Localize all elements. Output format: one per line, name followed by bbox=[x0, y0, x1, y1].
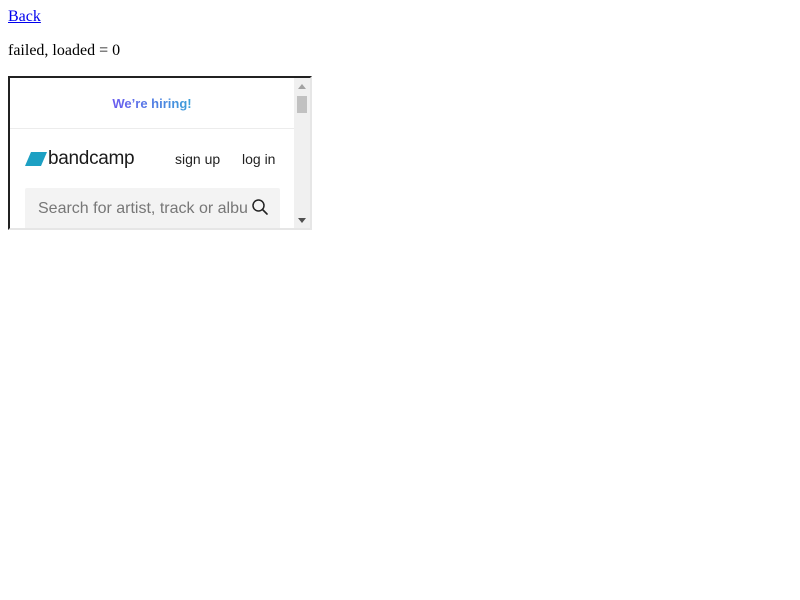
scroll-up-arrow-icon[interactable] bbox=[294, 78, 310, 94]
search-input[interactable] bbox=[25, 188, 247, 228]
hiring-banner: We’re hiring! bbox=[10, 78, 294, 129]
site-header: bandcamp sign up log in bbox=[10, 129, 294, 187]
scroll-down-arrow-icon[interactable] bbox=[294, 212, 310, 228]
sign-up-link[interactable]: sign up bbox=[175, 151, 220, 167]
page: Back failed, loaded = 0 We’re hiring! ba… bbox=[0, 0, 800, 600]
search-icon[interactable] bbox=[251, 198, 269, 216]
log-in-link[interactable]: log in bbox=[242, 151, 275, 167]
status-text: failed, loaded = 0 bbox=[8, 42, 121, 59]
scrollbar-thumb[interactable] bbox=[297, 96, 307, 113]
bandcamp-logo[interactable]: bandcamp bbox=[25, 148, 135, 169]
search-box bbox=[25, 188, 280, 228]
embed-content: We’re hiring! bandcamp sign up log in bbox=[10, 78, 294, 228]
back-link[interactable]: Back bbox=[8, 8, 41, 26]
logo-text: bandcamp bbox=[48, 148, 135, 169]
bandcamp-logo-icon bbox=[25, 152, 47, 166]
vertical-scrollbar[interactable] bbox=[294, 78, 310, 228]
hiring-link[interactable]: We’re hiring! bbox=[112, 96, 191, 111]
bandcamp-embed-frame[interactable]: We’re hiring! bandcamp sign up log in bbox=[8, 76, 312, 230]
